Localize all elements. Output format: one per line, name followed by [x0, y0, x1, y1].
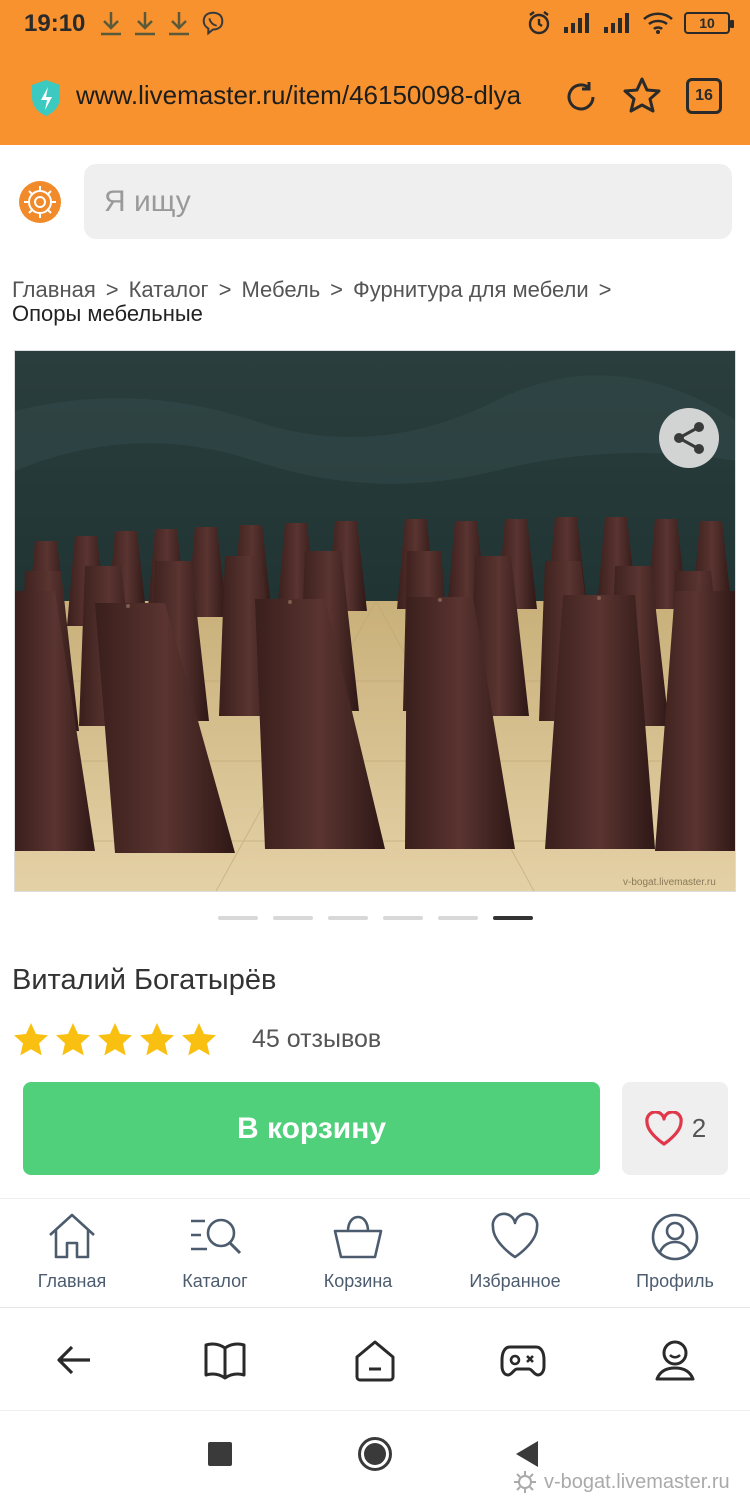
gallery-dot[interactable] — [493, 916, 533, 920]
nav-label-profile: Профиль — [636, 1271, 714, 1291]
download-icon — [169, 12, 189, 36]
breadcrumb-current: Опоры мебельные — [12, 301, 203, 326]
battery-indicator: 10 — [684, 12, 734, 34]
heart-icon — [645, 1110, 683, 1146]
breadcrumb-separator: > — [105, 277, 119, 302]
gallery-dot[interactable] — [438, 916, 478, 920]
nav-label-cart: Корзина — [323, 1271, 393, 1291]
android-nav-bar: v-bogat.livemaster.ru — [0, 1411, 750, 1500]
gallery-dot[interactable] — [383, 916, 423, 920]
watermark-text: v-bogat.livemaster.ru — [544, 1470, 730, 1493]
gallery-dot[interactable] — [218, 916, 258, 920]
android-home-button[interactable] — [358, 1437, 392, 1471]
gamepad-icon[interactable] — [500, 1337, 546, 1383]
status-bar: 19:10 10 — [0, 0, 750, 46]
gallery-dot[interactable] — [328, 916, 368, 920]
nav-item-cart[interactable]: Корзина — [283, 1211, 433, 1292]
status-time: 19:10 — [24, 10, 86, 37]
browser-home-icon[interactable] — [352, 1337, 398, 1383]
browser-profile-icon[interactable] — [652, 1337, 698, 1383]
star-icon — [182, 1023, 216, 1056]
bookmark-star-icon[interactable] — [622, 76, 662, 116]
search-input[interactable] — [104, 184, 712, 219]
nav-item-favorites[interactable]: Избранное — [440, 1211, 590, 1292]
search-box[interactable] — [84, 164, 732, 239]
status-right: 10 — [526, 8, 734, 38]
nav-item-profile[interactable]: Профиль — [600, 1211, 750, 1292]
breadcrumb-item-furniture[interactable]: Мебель — [241, 277, 320, 302]
reviews-count[interactable]: 45 отзывов — [252, 1025, 381, 1054]
breadcrumb-separator: > — [598, 277, 612, 302]
star-icon — [14, 1023, 48, 1056]
favorites-count: 2 — [691, 1113, 707, 1143]
photo-watermark: v-bogat.livemaster.ru — [623, 877, 716, 888]
nav-item-home[interactable]: Главная — [0, 1211, 147, 1292]
breadcrumb-item-catalog[interactable]: Каталог — [129, 277, 209, 302]
heart-icon — [491, 1212, 539, 1259]
site-bottom-nav: Главная Каталог Корзина Избранное Профил… — [0, 1198, 750, 1308]
breadcrumb-separator: > — [218, 277, 232, 302]
signal-icon — [604, 13, 629, 33]
browser-topbar: 19:10 10 www.livemaster.ru/item/46150098… — [0, 0, 750, 145]
rating-stars — [12, 1021, 218, 1059]
android-back-button[interactable] — [516, 1441, 538, 1467]
tab-counter[interactable]: 16 — [686, 78, 722, 114]
nav-label-catalog: Каталог — [182, 1271, 248, 1291]
nav-label-favorites: Избранное — [469, 1271, 561, 1291]
browser-toolbar — [0, 1309, 750, 1411]
share-button[interactable] — [659, 408, 719, 468]
wifi-icon — [643, 12, 673, 34]
profile-icon — [651, 1213, 699, 1261]
catalog-search-icon — [191, 1218, 241, 1255]
url-text[interactable]: www.livemaster.ru/item/46150098-dlya — [76, 80, 542, 111]
seller-name[interactable]: Виталий Богатырёв — [12, 964, 276, 997]
bookmarks-book-icon[interactable] — [202, 1337, 248, 1383]
reload-icon[interactable] — [562, 78, 600, 116]
breadcrumb-separator: > — [330, 277, 344, 302]
favorite-button[interactable]: 2 — [622, 1082, 728, 1175]
download-icon — [101, 12, 121, 36]
gallery-dot[interactable] — [273, 916, 313, 920]
star-icon — [56, 1023, 90, 1056]
livemaster-logo-icon — [514, 1471, 536, 1493]
livemaster-logo-icon[interactable] — [18, 180, 62, 224]
share-icon — [674, 422, 704, 454]
breadcrumb-item-home[interactable]: Главная — [12, 277, 96, 302]
shield-icon[interactable] — [28, 78, 64, 118]
star-icon — [140, 1023, 174, 1056]
basket-icon — [333, 1215, 383, 1259]
breadcrumb-item-fittings[interactable]: Фурнитура для мебели — [353, 277, 589, 302]
star-icon — [98, 1023, 132, 1056]
breadcrumb: Главная > Каталог > Мебель > Фурнитура для меб… — [12, 278, 742, 326]
product-photo[interactable]: v-bogat.livemaster.ru — [14, 350, 736, 892]
image-watermark: v-bogat.livemaster.ru — [512, 1469, 730, 1495]
download-icon — [135, 12, 155, 36]
back-arrow-icon[interactable] — [52, 1337, 98, 1383]
signal-icon — [564, 13, 589, 33]
recent-apps-button[interactable] — [208, 1442, 232, 1466]
viber-icon — [202, 11, 224, 36]
gallery-pagination — [218, 916, 533, 920]
nav-label-home: Главная — [37, 1271, 107, 1291]
add-to-cart-button[interactable]: В корзину — [23, 1082, 600, 1175]
furniture-legs-image: v-bogat.livemaster.ru — [15, 351, 735, 891]
alarm-icon — [528, 11, 550, 35]
nav-item-catalog[interactable]: Каталог — [140, 1211, 290, 1292]
home-icon — [49, 1213, 95, 1259]
url-bar[interactable]: www.livemaster.ru/item/46150098-dlya 16 — [0, 58, 750, 138]
